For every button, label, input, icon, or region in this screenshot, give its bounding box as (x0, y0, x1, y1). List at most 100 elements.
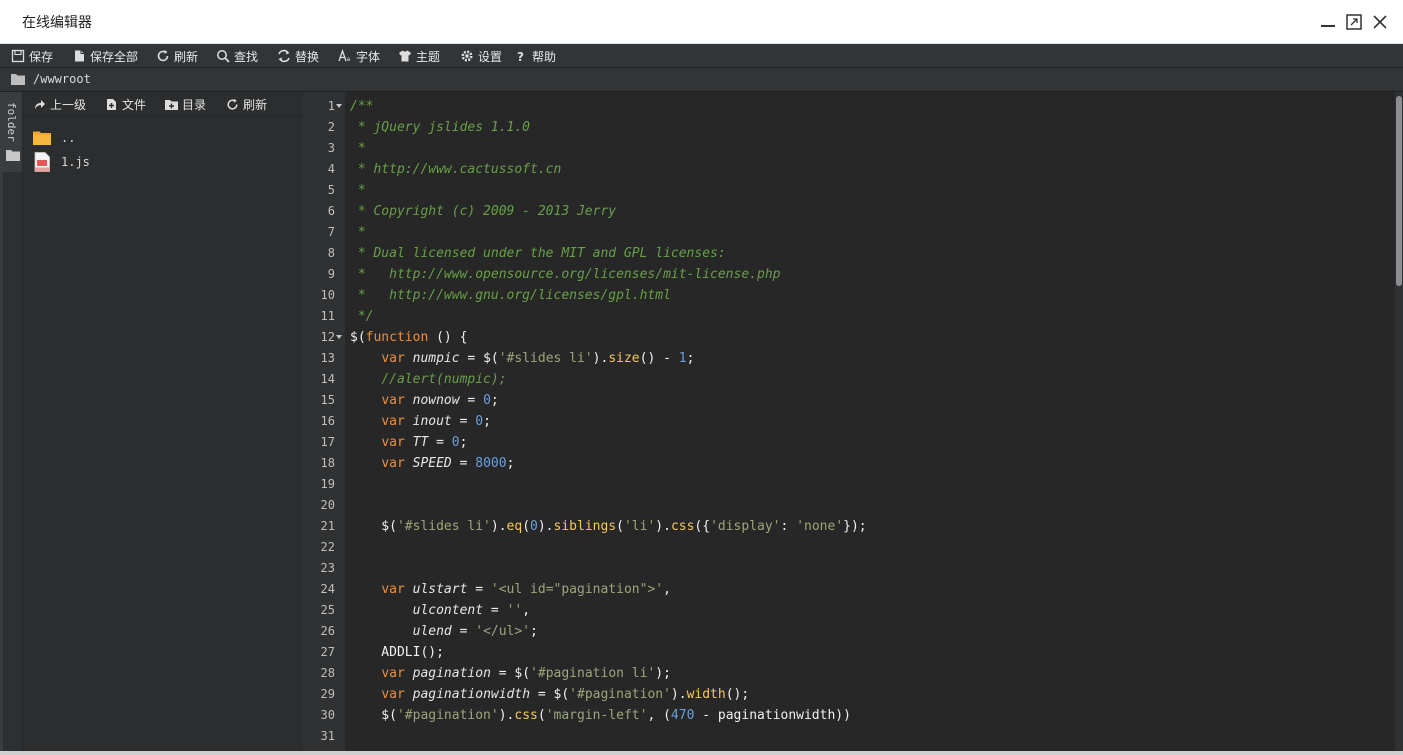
line-number: 16 (320, 414, 335, 428)
new-file-button[interactable]: 文件 (105, 96, 146, 113)
code-text: ulcontent = '', (350, 600, 530, 621)
code-text: var numpic = $('#slides li').size() - 1; (350, 348, 694, 369)
refresh-button[interactable]: 刷新 (156, 44, 198, 68)
side-tab-rail (3, 172, 22, 755)
code-token: 'none' (796, 519, 844, 534)
code-token: ). (537, 519, 554, 534)
code-token: ; (490, 393, 499, 408)
code-text: * http://www.opensource.org/licenses/mit… (350, 264, 781, 285)
code-token: nownow (412, 393, 460, 408)
code-text: * (350, 138, 366, 159)
file-item-parent[interactable]: .. (33, 128, 75, 148)
code-token: ). (490, 519, 507, 534)
close-icon[interactable] (1370, 12, 1390, 32)
code-line: 17 var TT = 0; (303, 432, 1395, 453)
code-token: ({ (694, 519, 711, 534)
code-token: = $( (530, 687, 570, 702)
save-all-button[interactable]: 保存全部 (72, 44, 138, 68)
code-line: 1 /** (303, 96, 1395, 117)
code-token: : (780, 519, 797, 534)
line-number: 7 (327, 225, 335, 239)
code-token: '#pagination li' (530, 666, 656, 681)
code-token: $( (350, 708, 397, 723)
code-token: '' (506, 603, 523, 618)
code-token: ulcontent (412, 603, 484, 618)
code-token: var (381, 435, 405, 450)
line-number: 13 (320, 351, 335, 365)
code-token: css (514, 708, 538, 723)
code-line: 30 $('#pagination').css('margin-left', (… (303, 705, 1395, 726)
tree-refresh-label: 刷新 (243, 98, 268, 112)
settings-button[interactable]: 设置 (460, 44, 502, 68)
code-token: function (365, 330, 429, 345)
theme-button[interactable]: 主题 (398, 44, 440, 68)
code-line: 28 var pagination = $('#pagination li'); (303, 663, 1395, 684)
folder-icon (11, 74, 25, 85)
code-token: * (350, 225, 366, 240)
editor-scrollbar-thumb[interactable] (1396, 96, 1402, 286)
line-number: 15 (320, 393, 335, 407)
code-text: * Dual licensed under the MIT and GPL li… (350, 243, 726, 264)
code-line: 14 //alert(numpic); (303, 369, 1395, 390)
code-token: 470 (670, 708, 695, 723)
code-token: var (381, 414, 405, 429)
replace-button[interactable]: 替换 (277, 44, 319, 68)
code-token: * Dual licensed under the MIT and GPL li… (350, 246, 726, 261)
code-token: ; (506, 456, 515, 471)
current-path[interactable]: /wwwroot (33, 72, 91, 86)
line-number: 19 (320, 477, 335, 491)
tree-refresh-button[interactable]: 刷新 (226, 96, 267, 113)
code-token: * http://www.cactussoft.cn (350, 162, 562, 177)
svg-text:?: ? (517, 50, 524, 63)
code-editor[interactable]: 1/** 2 * jQuery jslides 1.1.0 3 * 4 * http:… (303, 92, 1395, 755)
code-line: 2 * jQuery jslides 1.1.0 (303, 117, 1395, 138)
code-token: '<ul id="pagination">' (490, 582, 664, 597)
code-text: var SPEED = 8000; (350, 453, 514, 474)
code-token: ); (655, 666, 671, 681)
up-level-button[interactable]: 上一级 (33, 96, 86, 113)
code-line: 20 (303, 495, 1395, 516)
code-token: size (608, 351, 640, 366)
new-folder-button[interactable]: 目录 (165, 96, 206, 113)
code-token: = (428, 435, 452, 450)
code-token: 0 (483, 393, 491, 408)
gear-icon (461, 50, 473, 62)
code-token: ). (670, 687, 687, 702)
file-item-label: .. (61, 131, 76, 145)
code-token: var (381, 666, 405, 681)
code-token: width (686, 687, 726, 702)
code-token: () - (639, 351, 679, 366)
find-button[interactable]: 查找 (216, 44, 258, 68)
code-token: * http://www.opensource.org/licenses/mit… (350, 267, 781, 282)
code-line: 29 var paginationwidth = $('#pagination'… (303, 684, 1395, 705)
maximize-icon[interactable] (1344, 12, 1364, 32)
path-bar: /wwwroot (0, 68, 1403, 92)
file-tree-panel: 上一级 文件 目录 刷新 .. 1.js (22, 92, 304, 755)
code-token: 'display' (710, 519, 781, 534)
code-token: }); (843, 519, 867, 534)
save-button[interactable]: 保存 (11, 44, 53, 68)
code-text: /** (350, 96, 373, 117)
code-token: 1 (678, 351, 687, 366)
fold-arrow-icon[interactable] (336, 104, 342, 108)
minimize-icon[interactable] (1318, 12, 1338, 32)
code-token: SPEED (412, 456, 452, 471)
help-button[interactable]: ? 帮助 (514, 44, 556, 68)
font-button[interactable]: a 字体 (338, 44, 380, 68)
folder-icon (33, 131, 51, 145)
search-icon (217, 50, 230, 63)
code-line: 22 (303, 537, 1395, 558)
code-token: ; (530, 624, 538, 639)
file-tree-toolbar: 上一级 文件 目录 刷新 (23, 92, 304, 116)
code-line: 23 (303, 558, 1395, 579)
refresh-icon (157, 50, 169, 62)
code-token: 8000 (475, 456, 507, 471)
replace-icon (278, 49, 290, 63)
code-token: css (670, 519, 695, 534)
file-item-1-js[interactable]: 1.js (33, 152, 90, 172)
fold-arrow-icon[interactable] (336, 335, 342, 339)
folder-side-tab[interactable]: folder (3, 92, 22, 172)
